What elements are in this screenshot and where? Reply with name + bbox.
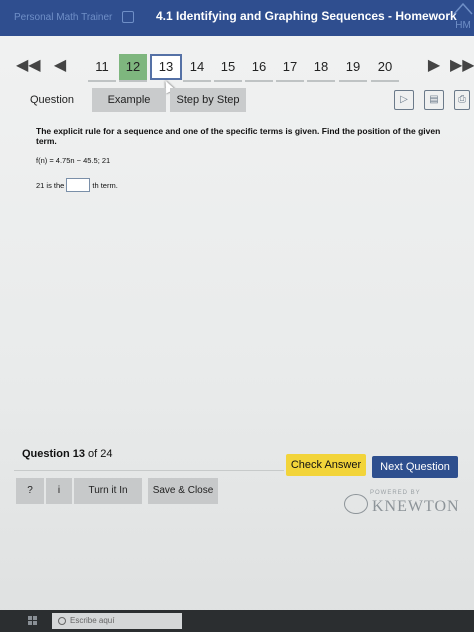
hm-logo-icon: [453, 2, 473, 15]
powered-by-label: POWERED BY: [370, 490, 421, 496]
question-nav: ◀◀ ◀ 11 12 13 14 15 16 17 18 19 20 ▶ ▶▶: [0, 42, 474, 90]
question-counter-label: Question 13: [22, 448, 85, 460]
question-prompt: The explicit rule for a sequence and one…: [36, 126, 441, 146]
title-bar: Personal Math Trainer 4.1 Identifying an…: [0, 0, 474, 36]
answer-input[interactable]: [66, 178, 91, 192]
question-counter: Question 13 of 24: [22, 448, 113, 460]
check-answer-button[interactable]: Check Answer: [286, 454, 366, 476]
windows-start-icon[interactable]: [28, 616, 38, 626]
double-left-arrow-icon[interactable]: ◀◀: [16, 56, 41, 76]
external-link-icon[interactable]: [122, 11, 134, 23]
footer: Question 13 of 24 Check Answer Next Ques…: [0, 438, 474, 518]
tab-example[interactable]: Example: [92, 88, 166, 112]
question-11-button[interactable]: 11: [88, 54, 116, 82]
tab-row: Question Example Step by Step ▷ ▤ ⎙: [0, 86, 474, 116]
question-13-button[interactable]: 13: [150, 54, 182, 80]
brand-label[interactable]: Personal Math Trainer: [14, 12, 112, 23]
right-arrow-icon[interactable]: ▶: [424, 56, 444, 76]
divider: [14, 470, 284, 471]
hm-logo-text: HM: [455, 20, 471, 31]
question-17-button[interactable]: 17: [276, 54, 304, 82]
answer-prefix: 21 is the: [36, 180, 65, 190]
help-button[interactable]: ?: [16, 478, 44, 504]
taskbar: Escribe aquí: [0, 610, 474, 632]
page-title: 4.1 Identifying and Graphing Sequences -…: [156, 9, 457, 23]
double-right-arrow-icon[interactable]: ▶▶: [450, 56, 474, 76]
question-12-button[interactable]: 12: [119, 54, 147, 82]
tab-question[interactable]: Question: [22, 88, 82, 112]
answer-suffix: th term.: [92, 180, 118, 190]
question-16-button[interactable]: 16: [245, 54, 273, 82]
next-question-button[interactable]: Next Question: [372, 456, 458, 478]
book-icon[interactable]: ▤: [424, 90, 444, 110]
tab-step-by-step[interactable]: Step by Step: [170, 88, 246, 112]
explicit-rule: f(n) = 4.75n − 45.5; 21: [36, 156, 111, 165]
question-content: The explicit rule for a sequence and one…: [36, 126, 456, 192]
info-button[interactable]: i: [46, 478, 72, 504]
left-arrow-icon[interactable]: ◀: [50, 56, 70, 76]
question-14-button[interactable]: 14: [183, 54, 211, 82]
question-18-button[interactable]: 18: [307, 54, 335, 82]
app-window: Personal Math Trainer 4.1 Identifying an…: [0, 0, 474, 620]
knewton-logo-icon: [344, 494, 368, 514]
taskbar-search-input[interactable]: Escribe aquí: [52, 613, 182, 629]
question-15-button[interactable]: 15: [214, 54, 242, 82]
question-20-button[interactable]: 20: [371, 54, 399, 82]
turn-it-in-button[interactable]: Turn it In: [74, 478, 142, 504]
video-icon[interactable]: ▷: [394, 90, 414, 110]
question-19-button[interactable]: 19: [339, 54, 367, 82]
question-counter-total: of 24: [88, 448, 113, 460]
printer-icon[interactable]: ⎙: [454, 90, 470, 110]
answer-line: 21 is the th term.: [36, 178, 456, 192]
knewton-logo-text: KNEWTON: [372, 498, 460, 515]
hm-logo: HM: [452, 2, 474, 34]
save-close-button[interactable]: Save & Close: [148, 478, 218, 504]
